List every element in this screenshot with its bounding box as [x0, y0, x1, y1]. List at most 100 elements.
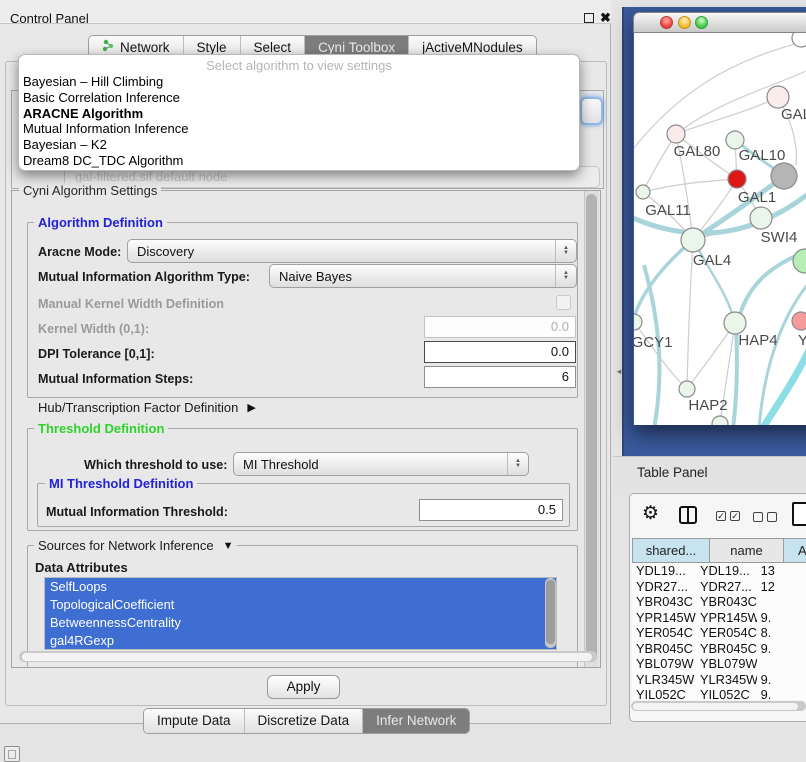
table-cell[interactable]: YBR045C [696, 641, 757, 657]
algorithm-option[interactable]: Bayesian – Hill Climbing [19, 74, 579, 90]
table-cell[interactable]: 13 [757, 563, 806, 579]
tab-discretize-data[interactable]: Discretize Data [245, 709, 364, 733]
table-cell[interactable]: YDL19... [632, 563, 696, 579]
mi-threshold-field[interactable]: 0.5 [419, 499, 563, 521]
mac-close-button[interactable] [660, 16, 673, 29]
network-canvas[interactable]: GALGAL80GAL10GAL1GAL11SWI4GAL4GCY1HAP4YH… [634, 33, 806, 425]
which-threshold-label: Which threshold to use: [84, 458, 227, 472]
gear-icon[interactable]: ⚙ [642, 504, 659, 524]
network-node-hap2[interactable] [679, 381, 695, 397]
dpi-tolerance-field[interactable]: 0.0 [424, 341, 576, 363]
deselect-all-icon[interactable] [753, 512, 777, 522]
table-cell[interactable]: YBR045C [632, 641, 696, 657]
aracne-mode-combo[interactable]: Discovery ▲▼ [127, 239, 577, 263]
table-row[interactable]: YBR045CYBR045C9. [632, 641, 806, 657]
network-window-titlebar[interactable] [633, 12, 806, 33]
column-header-shared[interactable]: shared... [632, 538, 710, 563]
manual-kernel-label: Manual Kernel Width Definition [38, 297, 224, 311]
data-attributes-list: SelfLoopsTopologicalCoefficientBetweenne… [44, 577, 557, 650]
network-node-hap4[interactable] [724, 312, 746, 334]
algorithm-option[interactable]: Mutual Information Inference [19, 121, 579, 137]
settings-scrollbar-thumb[interactable] [586, 194, 597, 662]
mac-zoom-button[interactable] [695, 16, 708, 29]
table-row[interactable]: YDL19...YDL19...13 [632, 563, 806, 579]
algorithm-option[interactable]: Dream8 DC_TDC Algorithm [19, 153, 579, 169]
attribute-item[interactable]: gal4RGexp [45, 632, 556, 650]
network-node-gal11[interactable] [636, 185, 650, 199]
table-cell[interactable]: YDR27... [632, 579, 696, 595]
table-hscrollbar-thumb[interactable] [633, 703, 798, 710]
table-cell[interactable]: YIL052C [696, 687, 757, 700]
attribute-item[interactable]: SelfLoops [45, 578, 556, 596]
table-row[interactable]: YPR145WYPR145W9. [632, 610, 806, 626]
attribute-item[interactable]: TopologicalCoefficient [45, 596, 556, 614]
apply-button[interactable]: Apply [267, 675, 340, 699]
table-row[interactable]: YDR27...YDR27...12 [632, 579, 806, 595]
table-cell[interactable]: YLR345W [632, 672, 696, 688]
table-row[interactable]: YBR043CYBR043C [632, 594, 806, 610]
attributes-scrollbar-thumb[interactable] [546, 580, 555, 644]
network-node-gal[interactable] [767, 86, 789, 108]
table-cell[interactable]: YPR145W [696, 610, 757, 626]
table-cell[interactable]: YDR27... [696, 579, 757, 595]
network-edge [676, 97, 778, 134]
network-node-swi4[interactable] [793, 249, 806, 273]
table-row[interactable]: YER054CYER054C8. [632, 625, 806, 641]
table-cell[interactable]: YLR345W [696, 672, 757, 688]
network-node[interactable] [712, 416, 728, 425]
table-row[interactable]: YLR345WYLR345W9. [632, 672, 806, 688]
table-cell[interactable]: YBL079W [632, 656, 696, 672]
table-cell[interactable] [757, 594, 806, 610]
tab-impute-data[interactable]: Impute Data [144, 709, 245, 733]
mi-steps-field[interactable]: 6 [424, 366, 576, 388]
settings-hscrollbar-thumb[interactable] [22, 653, 592, 661]
minimized-panel-icon[interactable] [4, 746, 20, 762]
algorithm-option[interactable]: Basic Correlation Inference [19, 90, 579, 106]
table-cell[interactable]: YBL079W [696, 656, 757, 672]
network-node[interactable] [792, 33, 806, 47]
mi-type-combo[interactable]: Naive Bayes ▲▼ [269, 264, 577, 288]
table-cell[interactable]: YIL052C [632, 687, 696, 700]
new-table-icon[interactable] [792, 502, 806, 526]
table-cell[interactable]: 9. [757, 672, 806, 688]
table-cell[interactable]: YER054C [696, 625, 757, 641]
select-all-icon[interactable]: ✓ ✓ [716, 511, 740, 521]
network-node-gcy1[interactable] [634, 314, 642, 330]
table-cell[interactable]: 9. [757, 610, 806, 626]
table-cell[interactable]: YDL19... [696, 563, 757, 579]
attribute-item[interactable]: BetweennessCentrality [45, 614, 556, 632]
column-header-name[interactable]: name [710, 538, 784, 563]
network-node-gal1[interactable] [750, 207, 772, 229]
column-header-A[interactable]: A [784, 538, 806, 563]
table-cell[interactable]: YPR145W [632, 610, 696, 626]
table-cell[interactable]: YBR043C [632, 594, 696, 610]
network-node[interactable] [771, 163, 797, 189]
table-cell[interactable]: 12 [757, 579, 806, 595]
algorithm-option[interactable]: ARACNE Algorithm [19, 106, 579, 122]
table-cell[interactable]: 8. [757, 625, 806, 641]
table-cell[interactable]: 9. [757, 641, 806, 657]
hub-definition-expander[interactable]: Hub/Transcription Factor Definition ▶ [38, 400, 256, 415]
table-row[interactable]: YIL052CYIL052C9. [632, 687, 806, 700]
which-threshold-combo[interactable]: MI Threshold ▲▼ [233, 452, 529, 476]
close-icon[interactable]: ✖ [600, 10, 611, 26]
data-attributes-label: Data Attributes [35, 560, 128, 575]
network-node-gal80[interactable] [667, 125, 685, 143]
sources-collapse-header[interactable]: Sources for Network Inference ▼ [34, 538, 237, 553]
table-cell[interactable]: YBR043C [696, 594, 757, 610]
algorithm-option[interactable]: Bayesian – K2 [19, 137, 579, 153]
algorithm-combo-fragment[interactable] [580, 97, 603, 125]
tab-infer-network[interactable]: Infer Network [363, 709, 469, 733]
columns-icon[interactable] [679, 506, 697, 524]
float-window-icon[interactable] [584, 13, 594, 23]
table-cell[interactable]: YER054C [632, 625, 696, 641]
sources-title: Sources for Network Inference [38, 538, 214, 553]
mac-minimize-button[interactable] [678, 16, 691, 29]
network-node-gal4[interactable] [681, 228, 705, 252]
network-node-y[interactable] [792, 312, 806, 330]
manual-kernel-checkbox[interactable] [556, 295, 571, 310]
table-cell[interactable] [757, 656, 806, 672]
table-cell[interactable]: 9. [757, 687, 806, 700]
table-row[interactable]: YBL079WYBL079W [632, 656, 806, 672]
network-node[interactable] [728, 170, 746, 188]
